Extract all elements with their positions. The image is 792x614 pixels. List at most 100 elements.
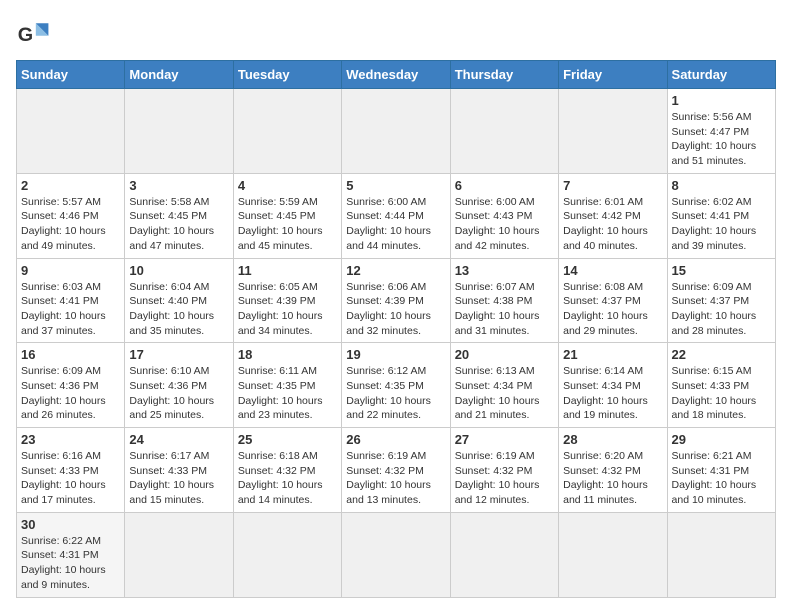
calendar-cell — [342, 512, 450, 597]
day-number: 8 — [672, 178, 771, 193]
day-number: 7 — [563, 178, 662, 193]
calendar-cell — [450, 512, 558, 597]
logo-icon: G — [16, 16, 52, 52]
calendar-cell: 23 Sunrise: 6:16 AMSunset: 4:33 PMDayligh… — [17, 428, 125, 513]
calendar-cell — [667, 512, 775, 597]
calendar-cell: 18Sunrise: 6:11 AMSunset: 4:35 PMDayligh… — [233, 343, 341, 428]
day-info: Sunrise: 6:04 AMSunset: 4:40 PMDaylight:… — [129, 280, 228, 339]
calendar-cell — [125, 89, 233, 174]
day-info: Sunrise: 5:57 AMSunset: 4:46 PMDaylight:… — [21, 195, 120, 254]
day-info: Sunrise: 6:05 AMSunset: 4:39 PMDaylight:… — [238, 280, 337, 339]
day-number: 28 — [563, 432, 662, 447]
day-info: Sunrise: 6:17 AMSunset: 4:33 PMDaylight:… — [129, 449, 228, 508]
day-info: Sunrise: 6:14 AMSunset: 4:34 PMDaylight:… — [563, 364, 662, 423]
calendar-cell — [125, 512, 233, 597]
day-number: 11 — [238, 263, 337, 278]
day-number: 4 — [238, 178, 337, 193]
calendar-cell: 2 Sunrise: 5:57 AMSunset: 4:46 PMDaylight… — [17, 173, 125, 258]
day-info: Sunrise: 6:08 AMSunset: 4:37 PMDaylight:… — [563, 280, 662, 339]
day-number: 2 — [21, 178, 120, 193]
day-number: 23 — [21, 432, 120, 447]
day-number: 6 — [455, 178, 554, 193]
day-info: Sunrise: 6:07 AMSunset: 4:38 PMDaylight:… — [455, 280, 554, 339]
day-info: Sunrise: 6:19 AMSunset: 4:32 PMDaylight:… — [455, 449, 554, 508]
day-number: 17 — [129, 347, 228, 362]
calendar-week-1: 2 Sunrise: 5:57 AMSunset: 4:46 PMDaylight… — [17, 173, 776, 258]
day-number: 5 — [346, 178, 445, 193]
calendar-cell: 10Sunrise: 6:04 AMSunset: 4:40 PMDayligh… — [125, 258, 233, 343]
calendar-cell: 27 Sunrise: 6:19 AMSunset: 4:32 PMDayligh… — [450, 428, 558, 513]
day-number: 21 — [563, 347, 662, 362]
calendar-cell: 1 Sunrise: 5:56 AMSunset: 4:47 PMDaylight… — [667, 89, 775, 174]
calendar-cell: 26Sunrise: 6:19 AMSunset: 4:32 PMDayligh… — [342, 428, 450, 513]
day-info: Sunrise: 6:06 AMSunset: 4:39 PMDaylight:… — [346, 280, 445, 339]
day-info: Sunrise: 6:10 AMSunset: 4:36 PMDaylight:… — [129, 364, 228, 423]
day-number: 25 — [238, 432, 337, 447]
day-info: Sunrise: 6:15 AMSunset: 4:33 PMDaylight:… — [672, 364, 771, 423]
calendar-cell: 12Sunrise: 6:06 AMSunset: 4:39 PMDayligh… — [342, 258, 450, 343]
day-header-saturday: Saturday — [667, 61, 775, 89]
calendar-cell: 14 Sunrise: 6:08 AMSunset: 4:37 PMDayligh… — [559, 258, 667, 343]
day-info: Sunrise: 6:03 AMSunset: 4:41 PMDaylight:… — [21, 280, 120, 339]
day-info: Sunrise: 5:56 AMSunset: 4:47 PMDaylight:… — [672, 110, 771, 169]
calendar-cell: 11 Sunrise: 6:05 AMSunset: 4:39 PMDayligh… — [233, 258, 341, 343]
calendar-cell — [342, 89, 450, 174]
calendar-cell: 3 Sunrise: 5:58 AMSunset: 4:45 PMDaylight… — [125, 173, 233, 258]
day-info: Sunrise: 5:58 AMSunset: 4:45 PMDaylight:… — [129, 195, 228, 254]
day-info: Sunrise: 6:20 AMSunset: 4:32 PMDaylight:… — [563, 449, 662, 508]
day-number: 20 — [455, 347, 554, 362]
calendar-week-3: 16 Sunrise: 6:09 AMSunset: 4:36 PMDayligh… — [17, 343, 776, 428]
day-number: 18 — [238, 347, 337, 362]
calendar-cell: 24 Sunrise: 6:17 AMSunset: 4:33 PMDayligh… — [125, 428, 233, 513]
svg-text:G: G — [18, 24, 33, 46]
calendar-cell — [450, 89, 558, 174]
calendar-cell: 13Sunrise: 6:07 AMSunset: 4:38 PMDayligh… — [450, 258, 558, 343]
day-info: Sunrise: 5:59 AMSunset: 4:45 PMDaylight:… — [238, 195, 337, 254]
day-info: Sunrise: 6:00 AMSunset: 4:43 PMDaylight:… — [455, 195, 554, 254]
day-number: 3 — [129, 178, 228, 193]
calendar-cell — [559, 89, 667, 174]
day-info: Sunrise: 6:19 AMSunset: 4:32 PMDaylight:… — [346, 449, 445, 508]
day-header-tuesday: Tuesday — [233, 61, 341, 89]
calendar-cell: 8 Sunrise: 6:02 AMSunset: 4:41 PMDaylight… — [667, 173, 775, 258]
page-header: G — [16, 16, 776, 52]
calendar-cell: 9 Sunrise: 6:03 AMSunset: 4:41 PMDaylight… — [17, 258, 125, 343]
day-header-wednesday: Wednesday — [342, 61, 450, 89]
calendar-cell: 25Sunrise: 6:18 AMSunset: 4:32 PMDayligh… — [233, 428, 341, 513]
day-info: Sunrise: 6:09 AMSunset: 4:36 PMDaylight:… — [21, 364, 120, 423]
day-number: 19 — [346, 347, 445, 362]
calendar-cell: 6 Sunrise: 6:00 AMSunset: 4:43 PMDaylight… — [450, 173, 558, 258]
calendar-cell: 16 Sunrise: 6:09 AMSunset: 4:36 PMDayligh… — [17, 343, 125, 428]
day-info: Sunrise: 6:22 AMSunset: 4:31 PMDaylight:… — [21, 534, 120, 593]
day-number: 15 — [672, 263, 771, 278]
calendar-cell: 19Sunrise: 6:12 AMSunset: 4:35 PMDayligh… — [342, 343, 450, 428]
day-info: Sunrise: 6:13 AMSunset: 4:34 PMDaylight:… — [455, 364, 554, 423]
calendar-cell: 5Sunrise: 6:00 AMSunset: 4:44 PMDaylight… — [342, 173, 450, 258]
day-number: 27 — [455, 432, 554, 447]
day-header-sunday: Sunday — [17, 61, 125, 89]
calendar-cell: 20 Sunrise: 6:13 AMSunset: 4:34 PMDayligh… — [450, 343, 558, 428]
day-info: Sunrise: 6:16 AMSunset: 4:33 PMDaylight:… — [21, 449, 120, 508]
calendar-header-row: SundayMondayTuesdayWednesdayThursdayFrid… — [17, 61, 776, 89]
calendar-cell: 7Sunrise: 6:01 AMSunset: 4:42 PMDaylight… — [559, 173, 667, 258]
day-info: Sunrise: 6:21 AMSunset: 4:31 PMDaylight:… — [672, 449, 771, 508]
calendar-cell — [233, 512, 341, 597]
calendar-cell: 22 Sunrise: 6:15 AMSunset: 4:33 PMDayligh… — [667, 343, 775, 428]
day-number: 16 — [21, 347, 120, 362]
calendar-cell: 17 Sunrise: 6:10 AMSunset: 4:36 PMDayligh… — [125, 343, 233, 428]
day-header-friday: Friday — [559, 61, 667, 89]
day-header-monday: Monday — [125, 61, 233, 89]
calendar-cell: 28 Sunrise: 6:20 AMSunset: 4:32 PMDayligh… — [559, 428, 667, 513]
calendar-week-2: 9 Sunrise: 6:03 AMSunset: 4:41 PMDaylight… — [17, 258, 776, 343]
day-number: 1 — [672, 93, 771, 108]
day-number: 24 — [129, 432, 228, 447]
day-number: 14 — [563, 263, 662, 278]
calendar-week-0: 1 Sunrise: 5:56 AMSunset: 4:47 PMDaylight… — [17, 89, 776, 174]
day-number: 22 — [672, 347, 771, 362]
day-info: Sunrise: 6:02 AMSunset: 4:41 PMDaylight:… — [672, 195, 771, 254]
calendar-cell — [559, 512, 667, 597]
logo: G — [16, 16, 58, 52]
day-number: 9 — [21, 263, 120, 278]
calendar: SundayMondayTuesdayWednesdayThursdayFrid… — [16, 60, 776, 598]
calendar-week-5: 30Sunrise: 6:22 AMSunset: 4:31 PMDayligh… — [17, 512, 776, 597]
